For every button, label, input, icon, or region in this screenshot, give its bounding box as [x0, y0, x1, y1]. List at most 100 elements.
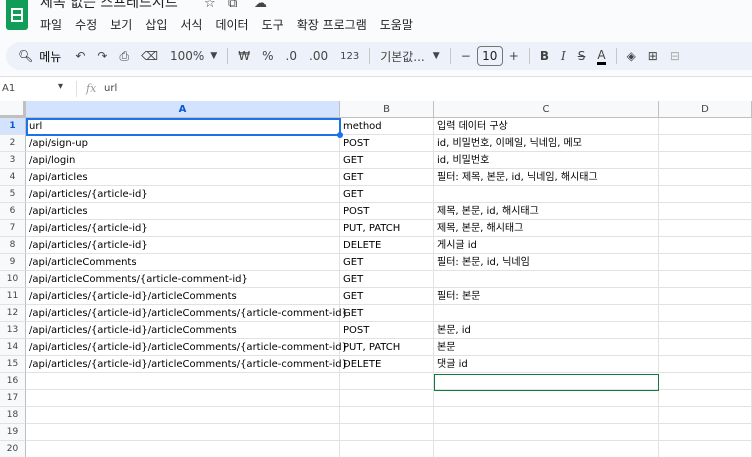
cell-b[interactable] [340, 373, 434, 390]
number-format-button[interactable]: 123 [340, 51, 359, 62]
cell-b[interactable]: POST [340, 322, 434, 339]
row-header[interactable]: 1 [0, 118, 26, 135]
cloud-status-icon[interactable]: ☁ [254, 0, 267, 11]
cell-b[interactable] [340, 390, 434, 407]
currency-format-button[interactable]: ₩ [238, 49, 250, 63]
cell-c[interactable] [434, 441, 659, 457]
cell-a[interactable]: /api/articles/{article-id} [26, 186, 340, 203]
cell-a[interactable] [26, 390, 340, 407]
cell-c[interactable]: 본문, id [434, 322, 659, 339]
column-header-c[interactable]: C [434, 101, 659, 118]
cell-c[interactable]: 필터: 본문, id, 닉네임 [434, 254, 659, 271]
fill-handle[interactable] [337, 132, 343, 138]
star-icon[interactable]: ☆ [204, 0, 216, 11]
cell-a[interactable]: /api/articles [26, 169, 340, 186]
redo-icon[interactable]: ↷ [97, 49, 107, 63]
cell-d[interactable] [659, 288, 752, 305]
cell-d[interactable] [659, 390, 752, 407]
cell-c[interactable] [434, 424, 659, 441]
cell-b[interactable]: PUT, PATCH [340, 339, 434, 356]
cell-d[interactable] [659, 305, 752, 322]
cell-a[interactable] [26, 441, 340, 457]
column-header-a[interactable]: A [26, 101, 340, 118]
cell-c[interactable]: id, 비밀번호, 이메일, 닉네임, 메모 [434, 135, 659, 152]
cell-b[interactable] [340, 424, 434, 441]
move-folder-icon[interactable]: ⧉ [228, 0, 237, 11]
cell-d[interactable] [659, 135, 752, 152]
cell-a[interactable] [26, 373, 340, 390]
cell-d[interactable] [659, 169, 752, 186]
cell-d[interactable] [659, 271, 752, 288]
cell-d[interactable] [659, 356, 752, 373]
font-size-increase-button[interactable]: + [509, 49, 519, 63]
cell-a[interactable]: /api/sign-up [26, 135, 340, 152]
cell-b[interactable]: PUT, PATCH [340, 220, 434, 237]
document-title[interactable]: 제목 없는 스프레드시트 [40, 0, 178, 12]
row-header[interactable]: 10 [0, 271, 26, 288]
cell-c[interactable] [434, 186, 659, 203]
cell-a[interactable]: /api/articles/{article-id}/articleCommen… [26, 322, 340, 339]
row-header[interactable]: 18 [0, 407, 26, 424]
cell-c[interactable]: 제목, 본문, 해시태그 [434, 220, 659, 237]
row-header[interactable]: 6 [0, 203, 26, 220]
cell-a[interactable]: /api/articles/{article-id}/articleCommen… [26, 356, 348, 373]
cell-b[interactable]: GET [340, 152, 434, 169]
menu-tools[interactable]: 도구 [262, 16, 291, 34]
cell-d[interactable] [659, 254, 752, 271]
cell-c[interactable]: 게시글 id [434, 237, 659, 254]
undo-icon[interactable]: ↶ [75, 49, 85, 63]
cell-c[interactable] [434, 271, 659, 288]
row-header[interactable]: 8 [0, 237, 26, 254]
cell-c[interactable]: 제목, 본문, id, 해시태그 [434, 203, 659, 220]
menu-format[interactable]: 서식 [180, 16, 209, 34]
cell-c[interactable] [434, 305, 659, 322]
spreadsheet-grid[interactable]: A B C D 1 url method 입력 데이터 구상 2/api/sign-up… [0, 101, 752, 457]
font-size-decrease-button[interactable]: − [461, 49, 471, 63]
menu-edit[interactable]: 수정 [75, 16, 104, 34]
menu-view[interactable]: 보기 [110, 16, 139, 34]
row-header[interactable]: 11 [0, 288, 26, 305]
cell-c[interactable]: 입력 데이터 구상 [434, 118, 659, 135]
cell-a[interactable]: /api/articleComments [26, 254, 340, 271]
column-header-b[interactable]: B [340, 101, 434, 118]
chevron-down-icon[interactable]: ▾ [58, 81, 63, 92]
cell-d[interactable] [659, 407, 752, 424]
formula-input[interactable]: url [104, 83, 117, 94]
cell-b[interactable]: GET [340, 305, 434, 322]
row-header[interactable]: 9 [0, 254, 26, 271]
cell-a[interactable] [26, 407, 340, 424]
row-header[interactable]: 17 [0, 390, 26, 407]
italic-button[interactable]: I [561, 49, 566, 63]
cell-d[interactable] [659, 441, 752, 457]
cell-c[interactable]: 본문 [434, 339, 659, 356]
cell-a[interactable]: /api/articles/{article-id}/articleCommen… [26, 305, 348, 322]
cell-c[interactable] [434, 407, 659, 424]
cell-b[interactable]: GET [340, 186, 434, 203]
cell-b[interactable]: DELETE [340, 237, 434, 254]
cell-c[interactable]: id, 비밀번호 [434, 152, 659, 169]
row-header[interactable]: 12 [0, 305, 26, 322]
row-header[interactable]: 15 [0, 356, 26, 373]
increase-decimal-button[interactable]: .00 [309, 49, 328, 63]
percent-format-button[interactable]: % [262, 49, 273, 63]
cell-a[interactable]: /api/articles [26, 203, 340, 220]
cell-a[interactable]: /api/articles/{article-id}/articleCommen… [26, 339, 348, 356]
borders-icon[interactable]: ⊞ [648, 49, 658, 63]
paint-format-icon[interactable]: ⌫ [141, 49, 158, 63]
menu-extensions[interactable]: 확장 프로그램 [297, 16, 374, 34]
fill-color-icon[interactable]: ◈ [627, 49, 636, 63]
row-header[interactable]: 3 [0, 152, 26, 169]
cell-b[interactable]: GET [340, 271, 434, 288]
cell-c[interactable] [434, 390, 659, 407]
row-header[interactable]: 7 [0, 220, 26, 237]
row-header[interactable]: 4 [0, 169, 26, 186]
print-icon[interactable]: ⎙ [119, 49, 129, 64]
menu-search[interactable]: 🔍︎ 메뉴 [10, 45, 70, 67]
row-header[interactable]: 14 [0, 339, 26, 356]
row-header[interactable]: 13 [0, 322, 26, 339]
cell-c[interactable]: 필터: 제목, 본문, id, 닉네임, 해시태그 [434, 169, 659, 186]
bold-button[interactable]: B [540, 49, 549, 63]
cell-d[interactable] [659, 220, 752, 237]
merge-cells-icon[interactable]: ⊟ [670, 49, 680, 63]
name-box[interactable]: A1 [2, 83, 66, 94]
